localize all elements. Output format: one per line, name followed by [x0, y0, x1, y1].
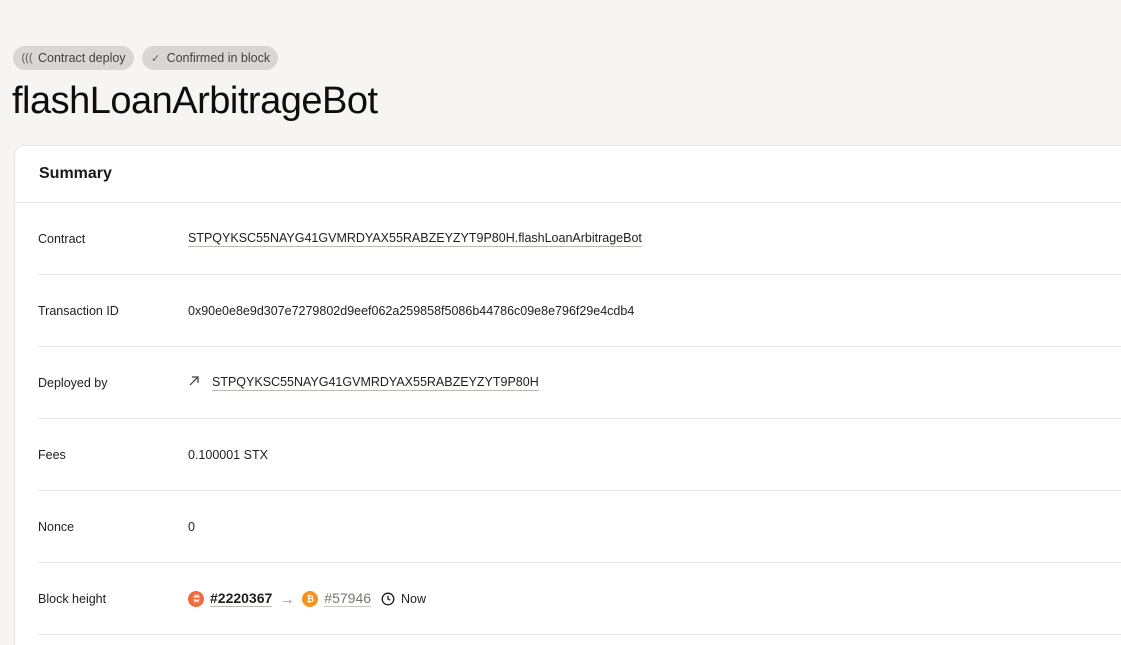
page-title: flashLoanArbitrageBot	[12, 80, 378, 122]
confirmed-badge: ✓ Confirmed in block	[141, 46, 279, 70]
contract-value-wrap: STPQYKSC55NAYG41GVMRDYAX55RABZEYZYT9P80H…	[188, 231, 642, 247]
transaction-id-row: Transaction ID 0x90e0e8e9d307e7279802d9e…	[38, 275, 1121, 347]
contract-link[interactable]: STPQYKSC55NAYG41GVMRDYAX55RABZEYZYT9P80H…	[188, 231, 642, 247]
bitcoin-block-link[interactable]: #57946	[324, 590, 372, 607]
summary-rows: Contract STPQYKSC55NAYG41GVMRDYAX55RABZE…	[15, 203, 1121, 635]
deployed-by-value-wrap: STPQYKSC55NAYG41GVMRDYAX55RABZEYZYT9P80H	[188, 375, 539, 391]
transaction-id-label: Transaction ID	[38, 303, 119, 318]
clock-icon	[381, 592, 395, 606]
bitcoin-icon: ₿	[302, 590, 319, 607]
arrow-right-icon: →	[280, 590, 295, 607]
nonce-value: 0	[188, 519, 195, 534]
badges: ((( Contract deploy ✓ Confirmed in block	[13, 46, 279, 70]
check-icon: ✓	[150, 52, 161, 65]
deployed-by-label: Deployed by	[38, 375, 108, 390]
transaction-id-value: 0x90e0e8e9d307e7279802d9eef062a259858f50…	[188, 303, 635, 318]
block-height-value: #2220367 → ₿ #57946 Now	[188, 590, 426, 607]
summary-title: Summary	[39, 165, 112, 182]
page: ((( Contract deploy ✓ Confirmed in block…	[0, 0, 1121, 645]
stacks-block-link[interactable]: #2220367	[210, 590, 273, 607]
summary-header: Summary	[15, 146, 1121, 203]
arrow-up-right-icon	[188, 375, 206, 390]
deployer-address-link[interactable]: STPQYKSC55NAYG41GVMRDYAX55RABZEYZYT9P80H	[212, 375, 539, 391]
contract-row: Contract STPQYKSC55NAYG41GVMRDYAX55RABZE…	[38, 203, 1121, 275]
block-height-label: Block height	[38, 591, 107, 606]
nonce-label: Nonce	[38, 519, 75, 534]
fees-row: Fees 0.100001 STX	[38, 419, 1121, 491]
signal-waves-icon: (((	[21, 52, 33, 64]
fees-label: Fees	[38, 447, 66, 462]
contract-deploy-badge: ((( Contract deploy	[13, 46, 134, 70]
badge-label: Confirmed in block	[166, 51, 271, 65]
block-height-row: Block height #2220367 → ₿ #57946 Now	[38, 563, 1121, 635]
contract-label: Contract	[38, 231, 86, 246]
deployed-by-row: Deployed by STPQYKSC55NAYG41GVMRDYAX55RA…	[38, 347, 1121, 419]
fees-value: 0.100001 STX	[188, 447, 268, 462]
summary-card: Summary Contract STPQYKSC55NAYG41GVMRDYA…	[14, 145, 1121, 645]
stacks-icon	[188, 590, 204, 607]
nonce-row: Nonce 0	[38, 491, 1121, 563]
badge-label: Contract deploy	[38, 51, 126, 65]
block-time: Now	[401, 591, 427, 606]
